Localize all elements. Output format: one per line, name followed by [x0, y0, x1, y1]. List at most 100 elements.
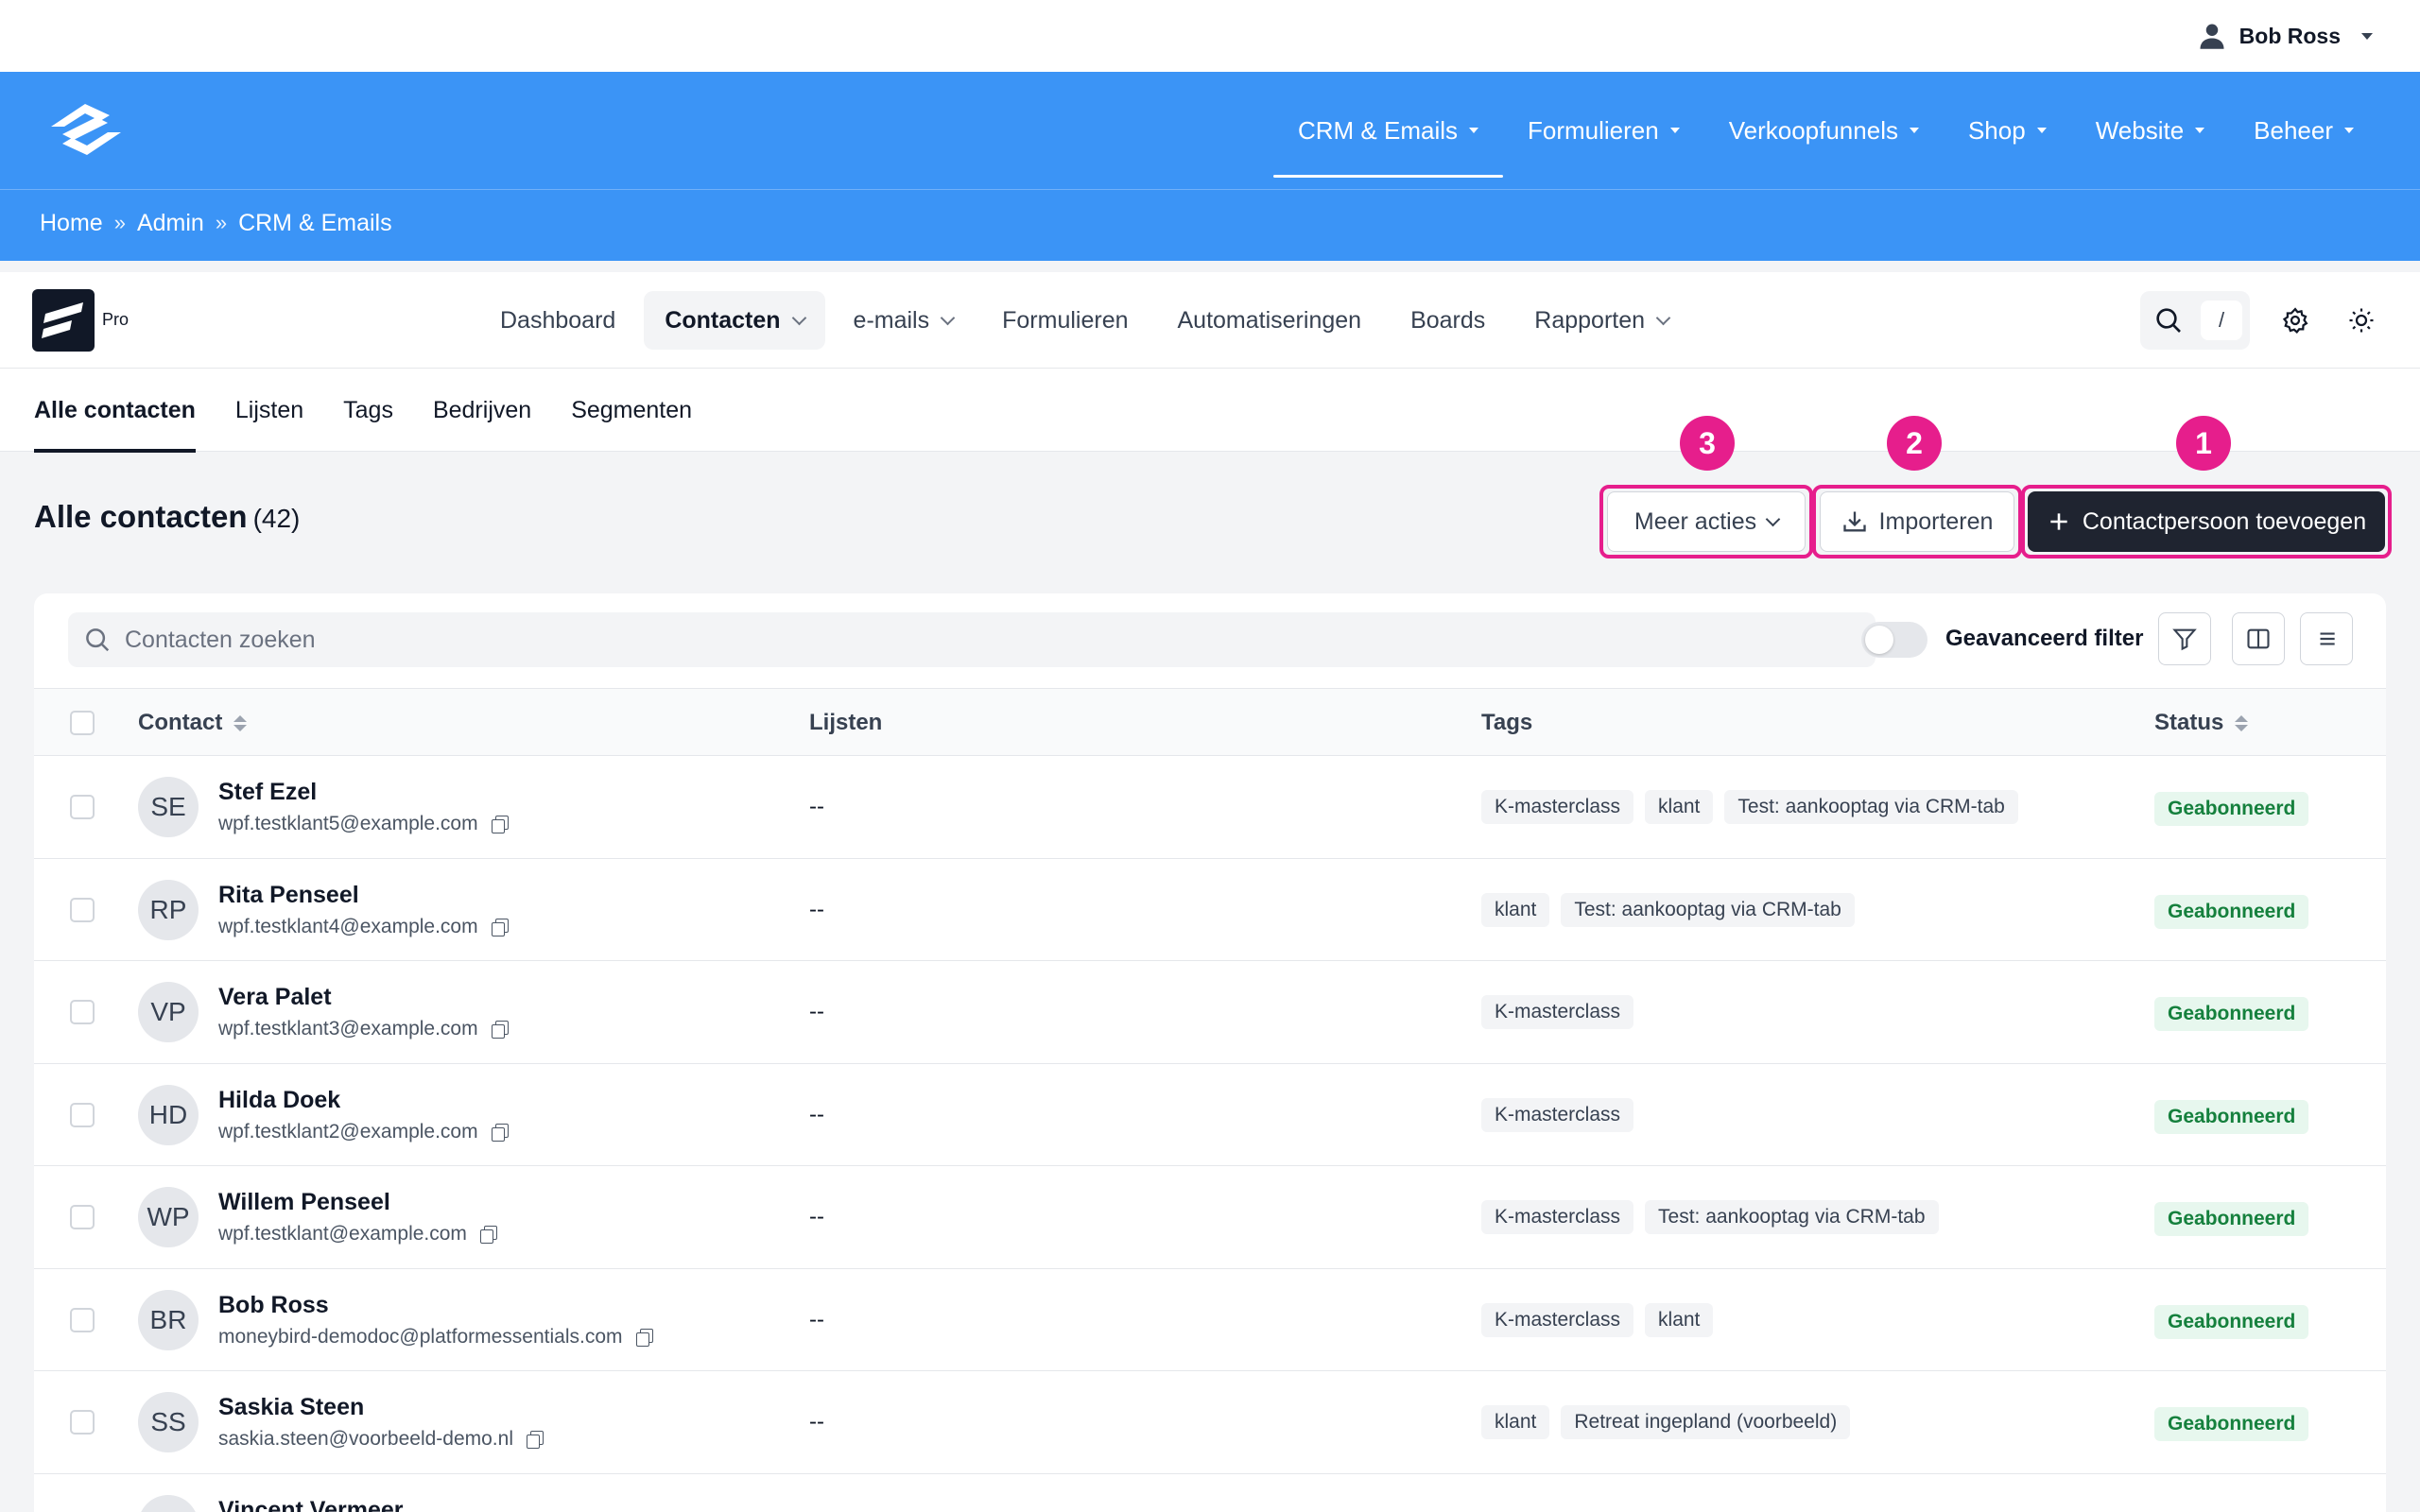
subtab-lijsten[interactable]: Lijsten — [235, 369, 303, 452]
subtab-segmenten[interactable]: Segmenten — [571, 369, 692, 452]
copy-icon[interactable] — [479, 1226, 497, 1244]
tab-formulieren[interactable]: Formulieren — [981, 291, 1149, 350]
contact-lists: -- — [809, 999, 824, 1024]
caret-down-icon — [2361, 32, 2373, 40]
copy-icon[interactable] — [491, 918, 509, 936]
tag: klant — [1645, 790, 1714, 824]
status-badge: Geabonneerd — [2154, 1099, 2309, 1134]
copy-icon[interactable] — [527, 1431, 544, 1449]
caret-down-icon — [2195, 128, 2205, 133]
main-header: CRM & Emails Formulieren Verkoopfunnels … — [0, 72, 2420, 261]
status-badge: Geabonneerd — [2154, 894, 2309, 929]
tab-e-mails[interactable]: e-mails — [833, 291, 975, 350]
table-row[interactable]: BR Bob Ross moneybird-demodoc@platformes… — [34, 1269, 2386, 1371]
row-checkbox[interactable] — [70, 897, 95, 922]
nav-verkoopfunnels[interactable]: Verkoopfunnels — [1704, 72, 1944, 189]
tab-label: Dashboard — [500, 306, 616, 334]
contact-tags: K-masterclass klant — [1481, 1302, 1714, 1337]
columns-button[interactable] — [2232, 612, 2285, 665]
table-row[interactable]: RP Rita Penseel wpf.testklant4@example.c… — [34, 859, 2386, 961]
contacts-search-input[interactable] — [125, 626, 1826, 654]
subtab-row: Alle contacten Lijsten Tags Bedrijven Se… — [34, 369, 693, 453]
row-checkbox[interactable] — [70, 1307, 95, 1332]
nav-label: Verkoopfunnels — [1728, 115, 1898, 145]
highlight-add-contact — [2021, 485, 2392, 558]
sort-icon[interactable] — [2235, 714, 2249, 731]
avatar: HD — [138, 1084, 199, 1145]
subtab-alle-contacten[interactable]: Alle contacten — [34, 369, 196, 453]
table-row[interactable]: SS Saskia Steen saskia.steen@voorbeeld-d… — [34, 1371, 2386, 1474]
contact-name[interactable]: Rita Penseel — [218, 882, 359, 909]
global-search-button[interactable]: / — [2140, 291, 2250, 350]
sort-icon[interactable] — [233, 714, 248, 731]
contact-name[interactable]: Bob Ross — [218, 1292, 329, 1319]
copy-icon[interactable] — [635, 1328, 653, 1347]
header-divider — [0, 189, 2420, 190]
status-badge: Geabonneerd — [2154, 792, 2309, 826]
tab-boards[interactable]: Boards — [1390, 291, 1506, 350]
contact-name[interactable]: Vincent Vermeer — [218, 1497, 403, 1512]
tab-contacten[interactable]: Contacten — [644, 291, 825, 350]
contacts-card: Geavanceerd filter Contact Lijsten Tags … — [34, 593, 2386, 1512]
app-header: Pro Dashboard Contacten e-mails Formulie… — [0, 272, 2420, 369]
select-all-checkbox[interactable] — [70, 711, 95, 735]
copy-icon[interactable] — [491, 816, 509, 833]
nav-website[interactable]: Website — [2071, 72, 2229, 189]
nav-formulieren[interactable]: Formulieren — [1503, 72, 1704, 189]
chevron-down-icon — [1655, 310, 1671, 325]
breadcrumb-admin[interactable]: Admin — [137, 210, 204, 237]
row-checkbox[interactable] — [70, 1205, 95, 1229]
table-row[interactable]: SE Stef Ezel wpf.testklant5@example.com … — [34, 756, 2386, 859]
nav-crm-emails[interactable]: CRM & Emails — [1272, 72, 1504, 189]
contact-name[interactable]: Saskia Steen — [218, 1394, 364, 1421]
theme-toggle-button[interactable] — [2338, 297, 2385, 344]
table-row[interactable]: VP Vera Palet wpf.testklant3@example.com… — [34, 961, 2386, 1064]
nav-label: CRM & Emails — [1297, 115, 1458, 145]
tab-dashboard[interactable]: Dashboard — [479, 291, 636, 350]
table-row[interactable]: HD Hilda Doek wpf.testklant2@example.com… — [34, 1064, 2386, 1166]
row-checkbox[interactable] — [70, 795, 95, 819]
page-title-text: Alle contacten — [34, 499, 248, 534]
contact-tags: klant Test: aankooptag via CRM-tab — [1481, 892, 1855, 927]
toggle-knob — [1865, 626, 1893, 654]
contact-name[interactable]: Stef Ezel — [218, 779, 317, 806]
user-menu[interactable]: Bob Ross — [2198, 17, 2373, 55]
status-badge: Geabonneerd — [2154, 1304, 2309, 1339]
contact-lists: -- — [809, 794, 824, 819]
filter-button[interactable] — [2158, 612, 2211, 665]
contact-name[interactable]: Willem Penseel — [218, 1189, 390, 1216]
subtab-bedrijven[interactable]: Bedrijven — [433, 369, 531, 452]
row-checkbox[interactable] — [70, 1410, 95, 1435]
header-tags-label: Tags — [1481, 710, 1533, 735]
copy-icon[interactable] — [491, 1123, 509, 1142]
breadcrumb-crm-emails[interactable]: CRM & Emails — [238, 210, 392, 237]
copy-icon[interactable] — [491, 1021, 509, 1039]
nav-beheer[interactable]: Beheer — [2229, 72, 2378, 189]
contact-email: wpf.testklant4@example.com — [218, 916, 509, 938]
breadcrumb-home[interactable]: Home — [40, 210, 103, 237]
advanced-filter-toggle[interactable] — [1861, 622, 1927, 658]
app-nav: Dashboard Contacten e-mails Formulieren … — [479, 291, 1689, 350]
fluentcrm-logo[interactable] — [32, 289, 95, 352]
contact-name[interactable]: Hilda Doek — [218, 1087, 340, 1114]
density-button[interactable] — [2300, 612, 2353, 665]
table-row[interactable]: VV Vincent Vermeer — [34, 1474, 2386, 1512]
contact-tags: K-masterclass Test: aankooptag via CRM-t… — [1481, 1200, 1939, 1234]
step-marker-1: 1 — [2176, 416, 2231, 471]
nav-shop[interactable]: Shop — [1944, 72, 2071, 189]
row-checkbox[interactable] — [70, 1102, 95, 1127]
tab-rapporten[interactable]: Rapporten — [1513, 291, 1689, 350]
search-shortcut-key: / — [2201, 301, 2242, 340]
row-checkbox[interactable] — [70, 1000, 95, 1024]
tab-automatiseringen[interactable]: Automatiseringen — [1157, 291, 1383, 350]
platform-logo[interactable] — [43, 96, 129, 163]
settings-button[interactable] — [2272, 297, 2319, 344]
header-lijsten-label: Lijsten — [809, 710, 883, 735]
table-row[interactable]: WP Willem Penseel wpf.testklant@example.… — [34, 1166, 2386, 1269]
subtab-tags[interactable]: Tags — [343, 369, 393, 452]
caret-down-icon — [1669, 128, 1680, 133]
avatar: SE — [138, 777, 199, 837]
contact-count: (42) — [252, 504, 301, 533]
nav-label: Formulieren — [1528, 115, 1659, 145]
contact-name[interactable]: Vera Palet — [218, 984, 332, 1011]
